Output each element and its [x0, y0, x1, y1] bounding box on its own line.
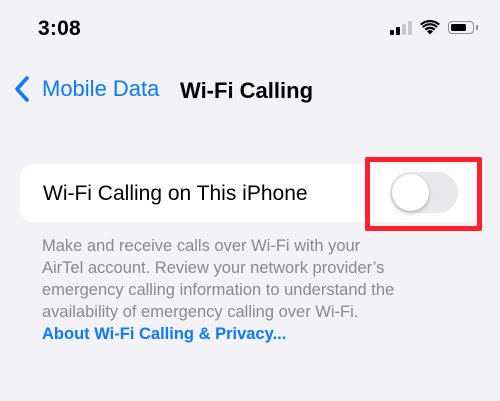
description-line: emergency calling information to underst… — [42, 281, 395, 299]
status-time: 3:08 — [38, 17, 81, 40]
status-icons — [390, 20, 478, 35]
description-line: availability of emergency calling over W… — [42, 303, 359, 321]
about-wifi-calling-privacy-link[interactable]: About Wi-Fi Calling & Privacy... — [42, 323, 462, 345]
wifi-calling-toggle-label: Wi-Fi Calling on This iPhone — [43, 182, 308, 205]
battery-icon — [448, 21, 478, 34]
chevron-left-icon — [12, 75, 32, 103]
toggle-highlight-annotation — [365, 157, 482, 231]
back-button-label: Mobile Data — [42, 76, 160, 101]
wifi-icon — [420, 20, 440, 35]
back-button[interactable]: Mobile Data — [12, 71, 159, 107]
page-title: Wi-Fi Calling — [180, 78, 314, 103]
wifi-calling-description: Make and receive calls over Wi-Fi with y… — [42, 235, 462, 345]
description-line: Make and receive calls over Wi-Fi with y… — [42, 237, 361, 255]
status-bar: 3:08 — [0, 0, 500, 60]
navigation-bar: Mobile Data Wi-Fi Calling — [0, 68, 500, 108]
description-line: AirTel account. Review your network prov… — [42, 259, 385, 277]
cellular-signal-icon — [390, 20, 412, 35]
